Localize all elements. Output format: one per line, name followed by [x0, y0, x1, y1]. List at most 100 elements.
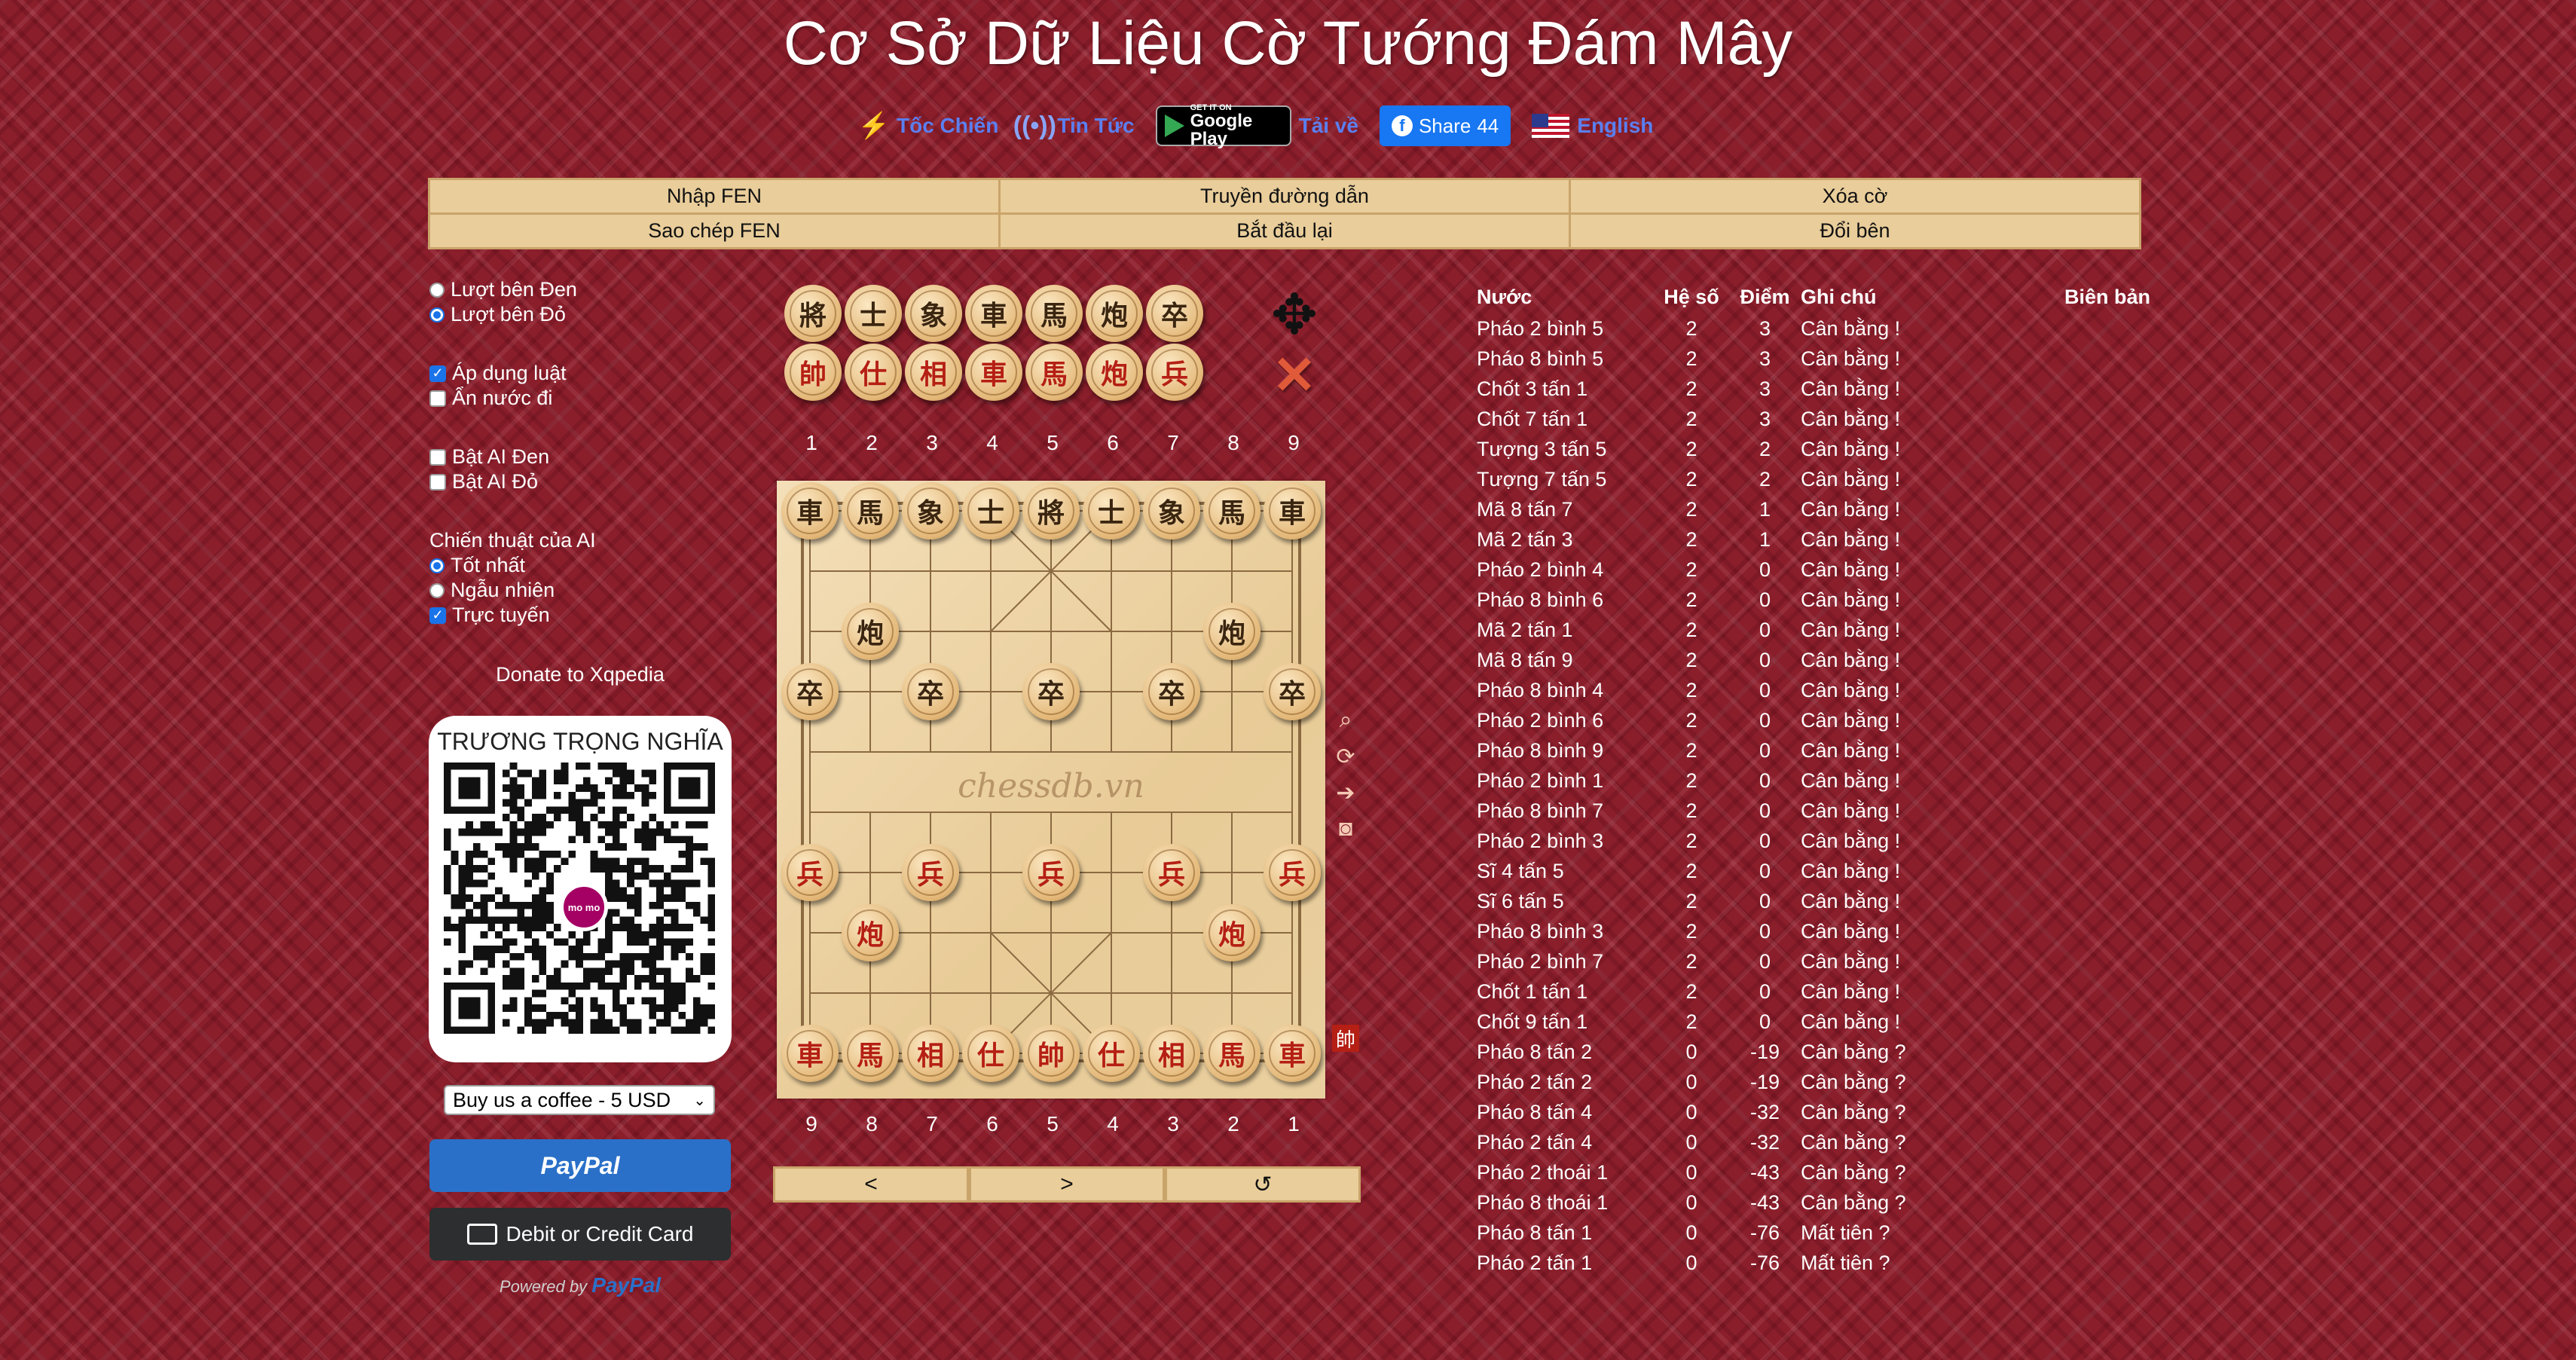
apply-rules-checkbox[interactable]: ✓: [429, 365, 446, 382]
move-row[interactable]: Pháo 2 tấn 4 0 -32 Cân bằng ?: [1477, 1127, 2150, 1157]
ai-red-checkbox[interactable]: [429, 473, 446, 491]
undo-button[interactable]: ↺: [1165, 1166, 1361, 1203]
turn-red-radio[interactable]: [429, 307, 445, 322]
board-piece-red[interactable]: 車: [781, 1025, 839, 1082]
tin-tuc-link[interactable]: ((•)) Tin Tức: [1013, 108, 1135, 144]
strategy-best-radio[interactable]: [429, 558, 445, 573]
move-name[interactable]: Pháo 8 tấn 1: [1477, 1218, 1654, 1248]
move-row[interactable]: Mã 2 tấn 1 2 0 Cân bằng !: [1477, 615, 2150, 645]
move-row[interactable]: Pháo 8 tấn 1 0 -76 Mất tiên ?: [1477, 1218, 2150, 1248]
move-row[interactable]: Pháo 8 tấn 2 0 -19 Cân bằng ?: [1477, 1037, 2150, 1067]
board-piece-red[interactable]: 馬: [1203, 1025, 1260, 1082]
palette-piece-black[interactable]: 將: [784, 285, 842, 342]
palette-piece-black[interactable]: 馬: [1025, 285, 1083, 342]
move-name[interactable]: Pháo 8 tấn 4: [1477, 1097, 1654, 1127]
board-piece-black[interactable]: 象: [902, 482, 959, 539]
strategy-online-option[interactable]: ✓ Trực tuyến: [429, 603, 596, 628]
move-row[interactable]: Pháo 2 tấn 2 0 -19 Cân bằng ?: [1477, 1067, 2150, 1097]
ai-red-option[interactable]: Bật AI Đỏ: [429, 469, 596, 494]
prev-move-button[interactable]: <: [773, 1166, 969, 1203]
camera-icon[interactable]: ◙: [1332, 815, 1359, 842]
ai-black-option[interactable]: Bật AI Đen: [429, 445, 596, 469]
board-piece-red[interactable]: 兵: [902, 844, 959, 901]
board-piece-red[interactable]: 炮: [842, 904, 899, 961]
donation-amount-select[interactable]: Buy us a coffee - 5 USD ⌄: [444, 1085, 715, 1115]
move-row[interactable]: Pháo 8 thoái 1 0 -43 Cân bằng ?: [1477, 1187, 2150, 1218]
palette-piece-red[interactable]: 相: [905, 344, 962, 401]
move-name[interactable]: Sĩ 6 tấn 5: [1477, 886, 1654, 916]
move-name[interactable]: Pháo 2 tấn 1: [1477, 1248, 1654, 1278]
move-name[interactable]: Chốt 7 tấn 1: [1477, 404, 1654, 434]
move-row[interactable]: Chốt 7 tấn 1 2 3 Cân bằng !: [1477, 404, 2150, 434]
move-row[interactable]: Pháo 8 bình 4 2 0 Cân bằng !: [1477, 675, 2150, 705]
import-fen-button[interactable]: Nhập FEN: [428, 178, 1001, 215]
move-name[interactable]: Tượng 7 tấn 5: [1477, 464, 1654, 494]
move-name[interactable]: Mã 8 tấn 7: [1477, 494, 1654, 524]
move-name[interactable]: Chốt 1 tấn 1: [1477, 976, 1654, 1007]
board-piece-black[interactable]: 馬: [1203, 482, 1260, 539]
board-piece-red[interactable]: 兵: [1022, 844, 1080, 901]
move-name[interactable]: Pháo 2 bình 5: [1477, 313, 1654, 344]
move-row[interactable]: Pháo 2 bình 6 2 0 Cân bằng !: [1477, 705, 2150, 735]
apply-rules-option[interactable]: ✓ Áp dụng luật: [429, 361, 596, 386]
board-piece-black[interactable]: 卒: [1022, 663, 1080, 720]
rotate-icon[interactable]: ⟳: [1332, 743, 1359, 770]
move-row[interactable]: Tượng 3 tấn 5 2 2 Cân bằng !: [1477, 434, 2150, 464]
move-name[interactable]: Pháo 2 bình 6: [1477, 705, 1654, 735]
clear-board-button[interactable]: Xóa cờ: [1569, 178, 2141, 215]
board-piece-red[interactable]: 兵: [1264, 844, 1321, 901]
palette-piece-red[interactable]: 仕: [845, 344, 902, 401]
move-name[interactable]: Pháo 8 bình 7: [1477, 796, 1654, 826]
move-name[interactable]: Pháo 2 tấn 4: [1477, 1127, 1654, 1157]
move-name[interactable]: Pháo 2 bình 3: [1477, 826, 1654, 856]
strategy-random-radio[interactable]: [429, 582, 445, 598]
hide-moves-option[interactable]: Ẩn nước đi: [429, 386, 596, 411]
board-piece-red[interactable]: 相: [1143, 1025, 1200, 1082]
move-name[interactable]: Pháo 2 bình 7: [1477, 946, 1654, 976]
toc-chien-link[interactable]: ⚡ Tốc Chiến: [858, 108, 999, 144]
copy-fen-button[interactable]: Sao chép FEN: [428, 212, 1001, 249]
palette-piece-black[interactable]: 士: [845, 285, 902, 342]
move-name[interactable]: Mã 2 tấn 1: [1477, 615, 1654, 645]
next-move-button[interactable]: >: [969, 1166, 1165, 1203]
move-cross-icon[interactable]: ✥: [1270, 287, 1319, 343]
debit-credit-card-button[interactable]: Debit or Credit Card: [429, 1208, 731, 1261]
move-row[interactable]: Sĩ 4 tấn 5 2 0 Cân bằng !: [1477, 856, 2150, 886]
move-row[interactable]: Pháo 8 bình 7 2 0 Cân bằng !: [1477, 796, 2150, 826]
board-piece-black[interactable]: 車: [781, 482, 839, 539]
board-piece-black[interactable]: 象: [1143, 482, 1200, 539]
palette-piece-black[interactable]: 車: [965, 285, 1022, 342]
strategy-online-checkbox[interactable]: ✓: [429, 607, 446, 624]
move-name[interactable]: Pháo 2 tấn 2: [1477, 1067, 1654, 1097]
turn-red-option[interactable]: Lượt bên Đỏ: [429, 302, 596, 327]
turn-black-radio[interactable]: [429, 282, 445, 298]
move-row[interactable]: Pháo 2 thoái 1 0 -43 Cân bằng ?: [1477, 1157, 2150, 1187]
move-name[interactable]: Pháo 8 bình 3: [1477, 916, 1654, 946]
move-row[interactable]: Pháo 2 bình 3 2 0 Cân bằng !: [1477, 826, 2150, 856]
move-row[interactable]: Mã 8 tấn 7 2 1 Cân bằng !: [1477, 494, 2150, 524]
move-row[interactable]: Chốt 9 tấn 1 2 0 Cân bằng !: [1477, 1007, 2150, 1037]
google-play-badge[interactable]: GET IT ON Google Play: [1155, 103, 1291, 148]
download-app-link[interactable]: GET IT ON Google Play Tải về: [1155, 103, 1358, 148]
ai-black-checkbox[interactable]: [429, 448, 446, 466]
move-row[interactable]: Pháo 2 bình 1 2 0 Cân bằng !: [1477, 766, 2150, 796]
board-piece-red[interactable]: 相: [902, 1025, 959, 1082]
move-row[interactable]: Pháo 8 bình 6 2 0 Cân bằng !: [1477, 585, 2150, 615]
palette-piece-black[interactable]: 卒: [1146, 285, 1203, 342]
board-piece-black[interactable]: 馬: [842, 482, 899, 539]
move-name[interactable]: Pháo 8 thoái 1: [1477, 1187, 1654, 1218]
board-piece-red[interactable]: 仕: [962, 1025, 1019, 1082]
paypal-button[interactable]: PayPal: [429, 1139, 731, 1192]
move-name[interactable]: Pháo 8 bình 9: [1477, 735, 1654, 766]
move-row[interactable]: Pháo 2 tấn 1 0 -76 Mất tiên ?: [1477, 1248, 2150, 1278]
turn-black-option[interactable]: Lượt bên Đen: [429, 277, 596, 302]
board-piece-black[interactable]: 卒: [1264, 663, 1321, 720]
strategy-best-option[interactable]: Tốt nhất: [429, 553, 596, 578]
move-row[interactable]: Chốt 1 tấn 1 2 0 Cân bằng !: [1477, 976, 2150, 1007]
palette-piece-red[interactable]: 炮: [1086, 344, 1143, 401]
move-row[interactable]: Pháo 2 bình 7 2 0 Cân bằng !: [1477, 946, 2150, 976]
palette-piece-black[interactable]: 象: [905, 285, 962, 342]
move-name[interactable]: Chốt 9 tấn 1: [1477, 1007, 1654, 1037]
move-row[interactable]: Chốt 3 tấn 1 2 3 Cân bằng !: [1477, 374, 2150, 404]
move-name[interactable]: Pháo 2 thoái 1: [1477, 1157, 1654, 1187]
